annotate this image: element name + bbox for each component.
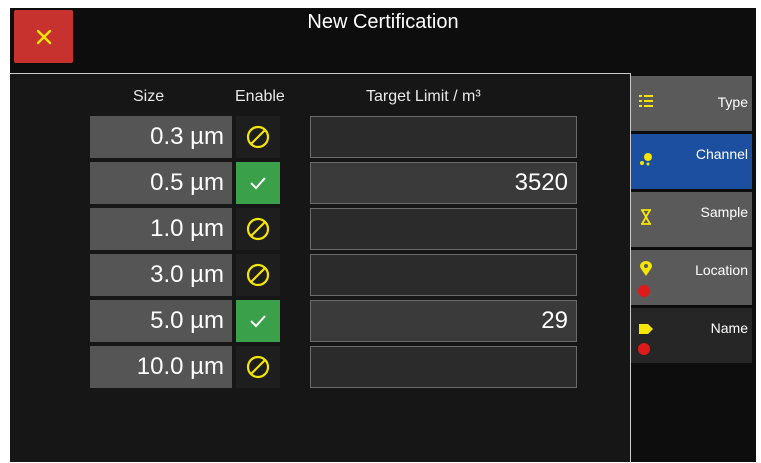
pin-icon <box>640 261 652 276</box>
size-cell: 5.0 µm <box>90 300 232 342</box>
channel-panel: Size Enable Target Limit / m³ 0.3 µm 0.5… <box>10 73 631 462</box>
table-row: 1.0 µm <box>10 208 630 250</box>
sidebar-item-label: Channel <box>695 146 748 162</box>
warning-dot <box>638 343 650 355</box>
check-icon <box>250 315 266 328</box>
table-row: 0.5 µm 3520 <box>10 162 630 204</box>
check-icon <box>250 177 266 190</box>
sidebar-item-label: Sample <box>700 204 748 220</box>
certification-screen: New Certification Size Enable Target Lim… <box>10 8 756 462</box>
size-cell: 0.5 µm <box>90 162 232 204</box>
table-row: 5.0 µm 29 <box>10 300 630 342</box>
enable-toggle[interactable] <box>236 254 280 296</box>
table-row: 10.0 µm <box>10 346 630 388</box>
target-limit-field[interactable] <box>310 254 577 296</box>
sidebar-item-name[interactable]: Name <box>631 308 752 363</box>
target-limit-field[interactable] <box>310 208 577 250</box>
target-limit-field[interactable]: 29 <box>310 300 577 342</box>
list-icon <box>639 95 653 107</box>
size-cell: 10.0 µm <box>90 346 232 388</box>
enable-toggle[interactable] <box>236 300 280 342</box>
size-cell: 1.0 µm <box>90 208 232 250</box>
enable-toggle[interactable] <box>236 346 280 388</box>
dots-icon <box>640 153 652 166</box>
warning-dot <box>638 285 650 297</box>
table-row: 3.0 µm <box>10 254 630 296</box>
sidebar-item-channel[interactable]: Channel <box>631 134 752 189</box>
sidebar-item-label: Location <box>695 262 748 278</box>
sidebar-item-sample[interactable]: Sample <box>631 192 752 247</box>
disabled-icon <box>246 125 270 149</box>
disabled-icon <box>246 263 270 287</box>
tag-icon <box>639 324 653 334</box>
target-limit-field[interactable] <box>310 116 577 158</box>
sidebar-item-label: Name <box>710 320 748 336</box>
disabled-icon <box>246 217 270 241</box>
hourglass-icon <box>641 209 651 225</box>
size-cell: 0.3 µm <box>90 116 232 158</box>
target-column-header: Target Limit / m³ <box>366 88 481 105</box>
target-limit-field[interactable] <box>310 346 577 388</box>
page-title: New Certification <box>307 11 459 33</box>
table-row: 0.3 µm <box>10 116 630 158</box>
enable-toggle[interactable] <box>236 208 280 250</box>
disabled-icon <box>246 355 270 379</box>
enable-toggle[interactable] <box>236 116 280 158</box>
sidebar-item-location[interactable]: Location <box>631 250 752 305</box>
enable-column-header: Enable <box>235 88 285 105</box>
sidebar-item-label: Type <box>717 94 748 110</box>
target-limit-field[interactable]: 3520 <box>310 162 577 204</box>
size-cell: 3.0 µm <box>90 254 232 296</box>
enable-toggle[interactable] <box>236 162 280 204</box>
size-column-header: Size <box>133 88 165 105</box>
sidebar-item-type[interactable]: Type <box>631 76 752 131</box>
